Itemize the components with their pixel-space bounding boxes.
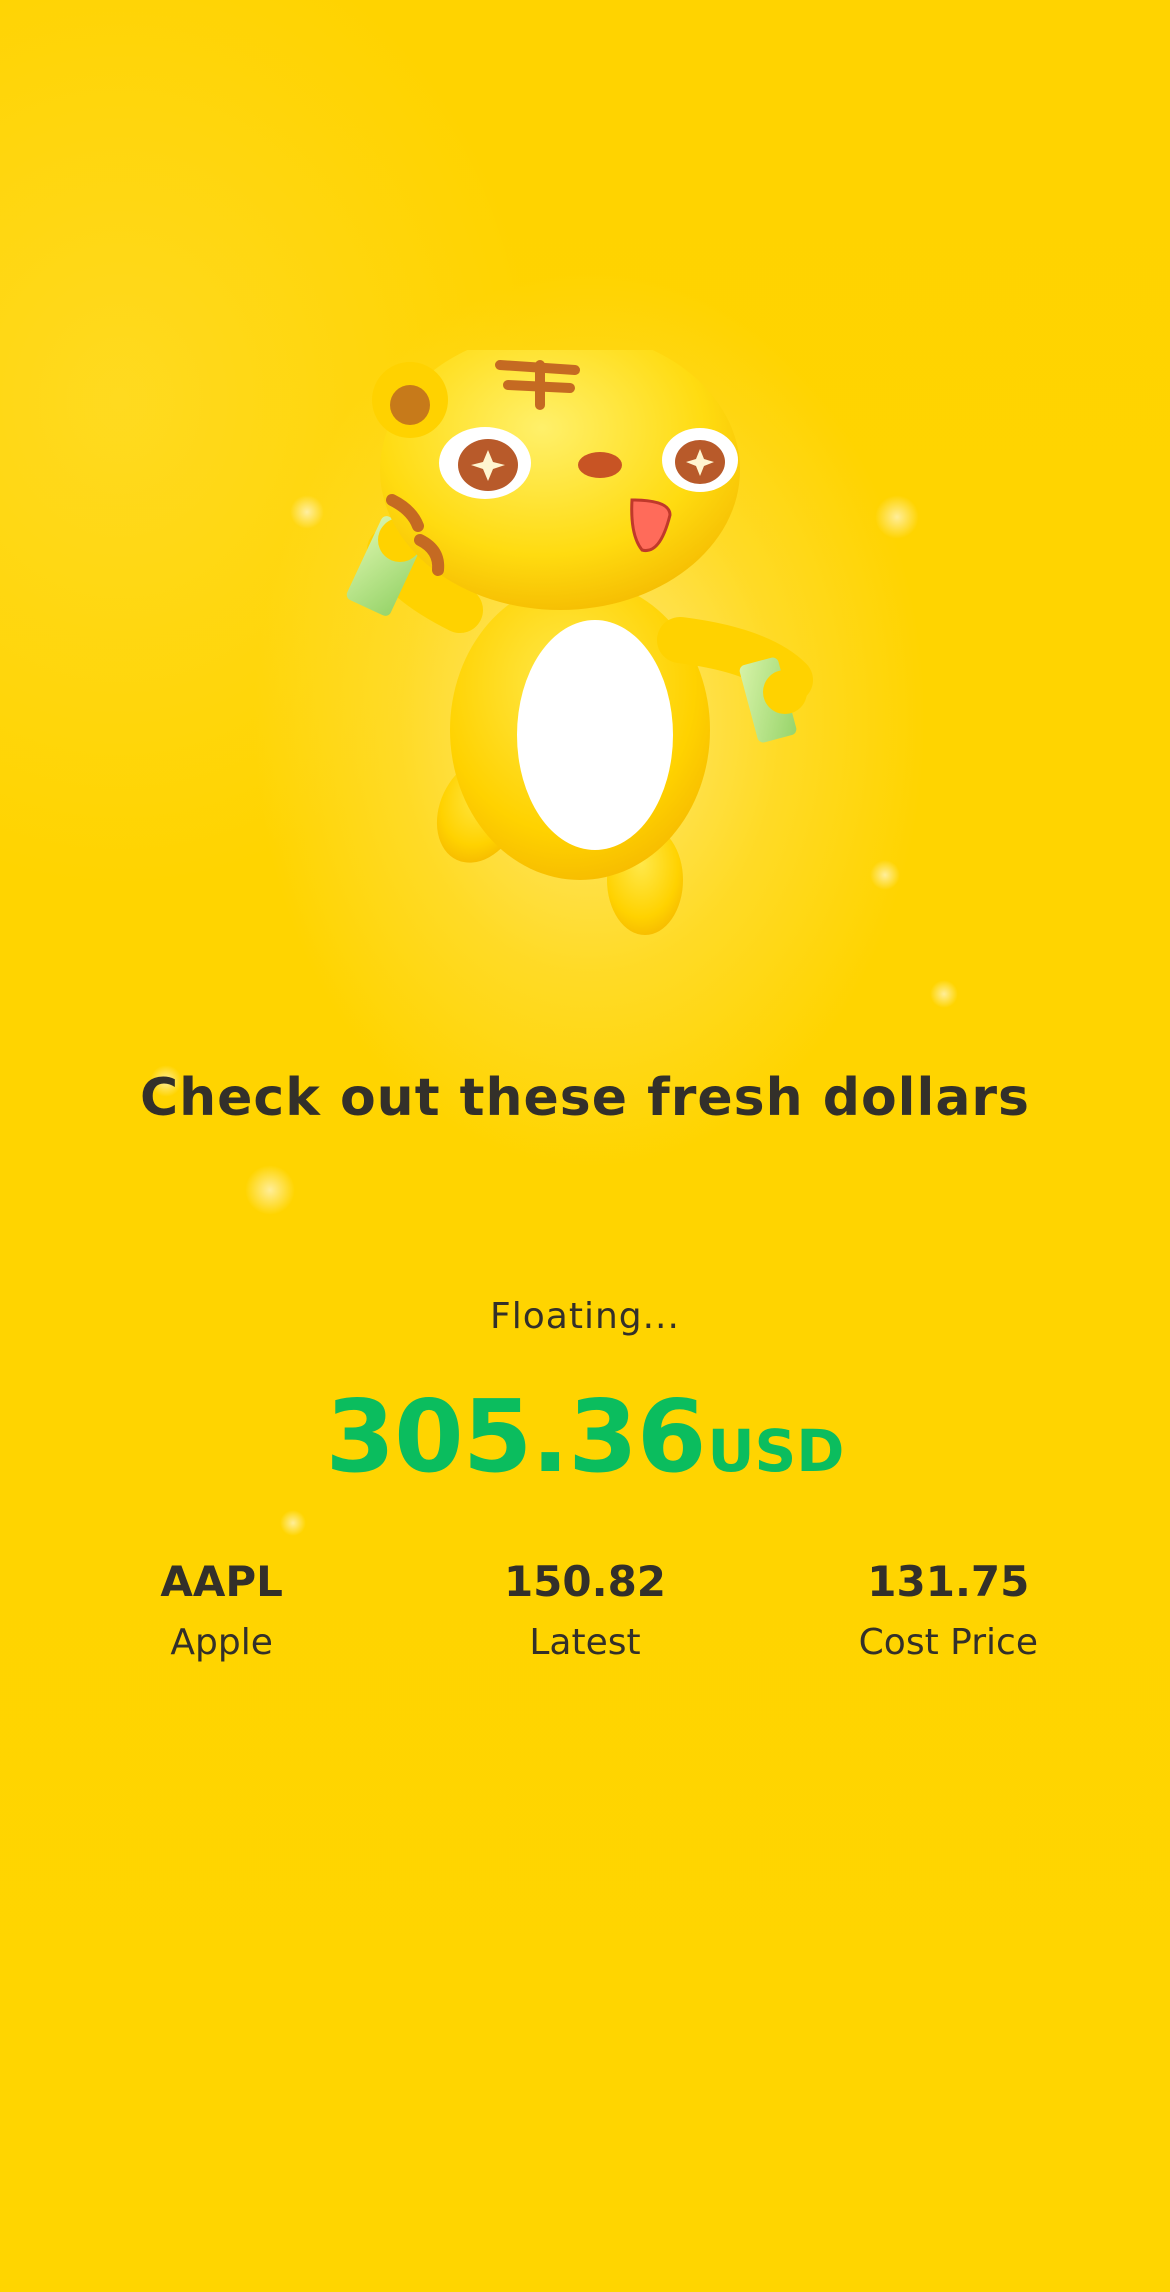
tiger-mascot-illustration (346, 350, 813, 935)
stock-stats: AAPL Apple 150.82 Latest 131.75 Cost Pri… (0, 1552, 1170, 1668)
sparkle (930, 980, 958, 1008)
floating-status: Floating... (490, 1296, 680, 1337)
stat-value: 131.75 (867, 1557, 1030, 1606)
stat-latest: 150.82 Latest (403, 1552, 766, 1668)
sparkle (875, 495, 919, 539)
sparkle (280, 1510, 306, 1536)
profit-amount: 305.36 (325, 1378, 707, 1495)
headline: Check out these fresh dollars (139, 1068, 1031, 1128)
sparkle (290, 495, 324, 529)
stat-label: Latest (529, 1622, 641, 1663)
stat-label: Cost Price (858, 1622, 1038, 1663)
background (0, 0, 1170, 2292)
stat-value: 150.82 (503, 1557, 667, 1606)
sparkle (870, 860, 900, 890)
profit-amount-row: 305.36USD (0, 1378, 1170, 1495)
profit-currency: USD (707, 1417, 845, 1485)
stat-value: AAPL (160, 1557, 283, 1606)
stat-symbol: AAPL Apple (40, 1552, 403, 1668)
sparkle (245, 1165, 295, 1215)
stat-cost-price: 131.75 Cost Price (767, 1552, 1130, 1668)
stat-label: Apple (170, 1622, 273, 1663)
